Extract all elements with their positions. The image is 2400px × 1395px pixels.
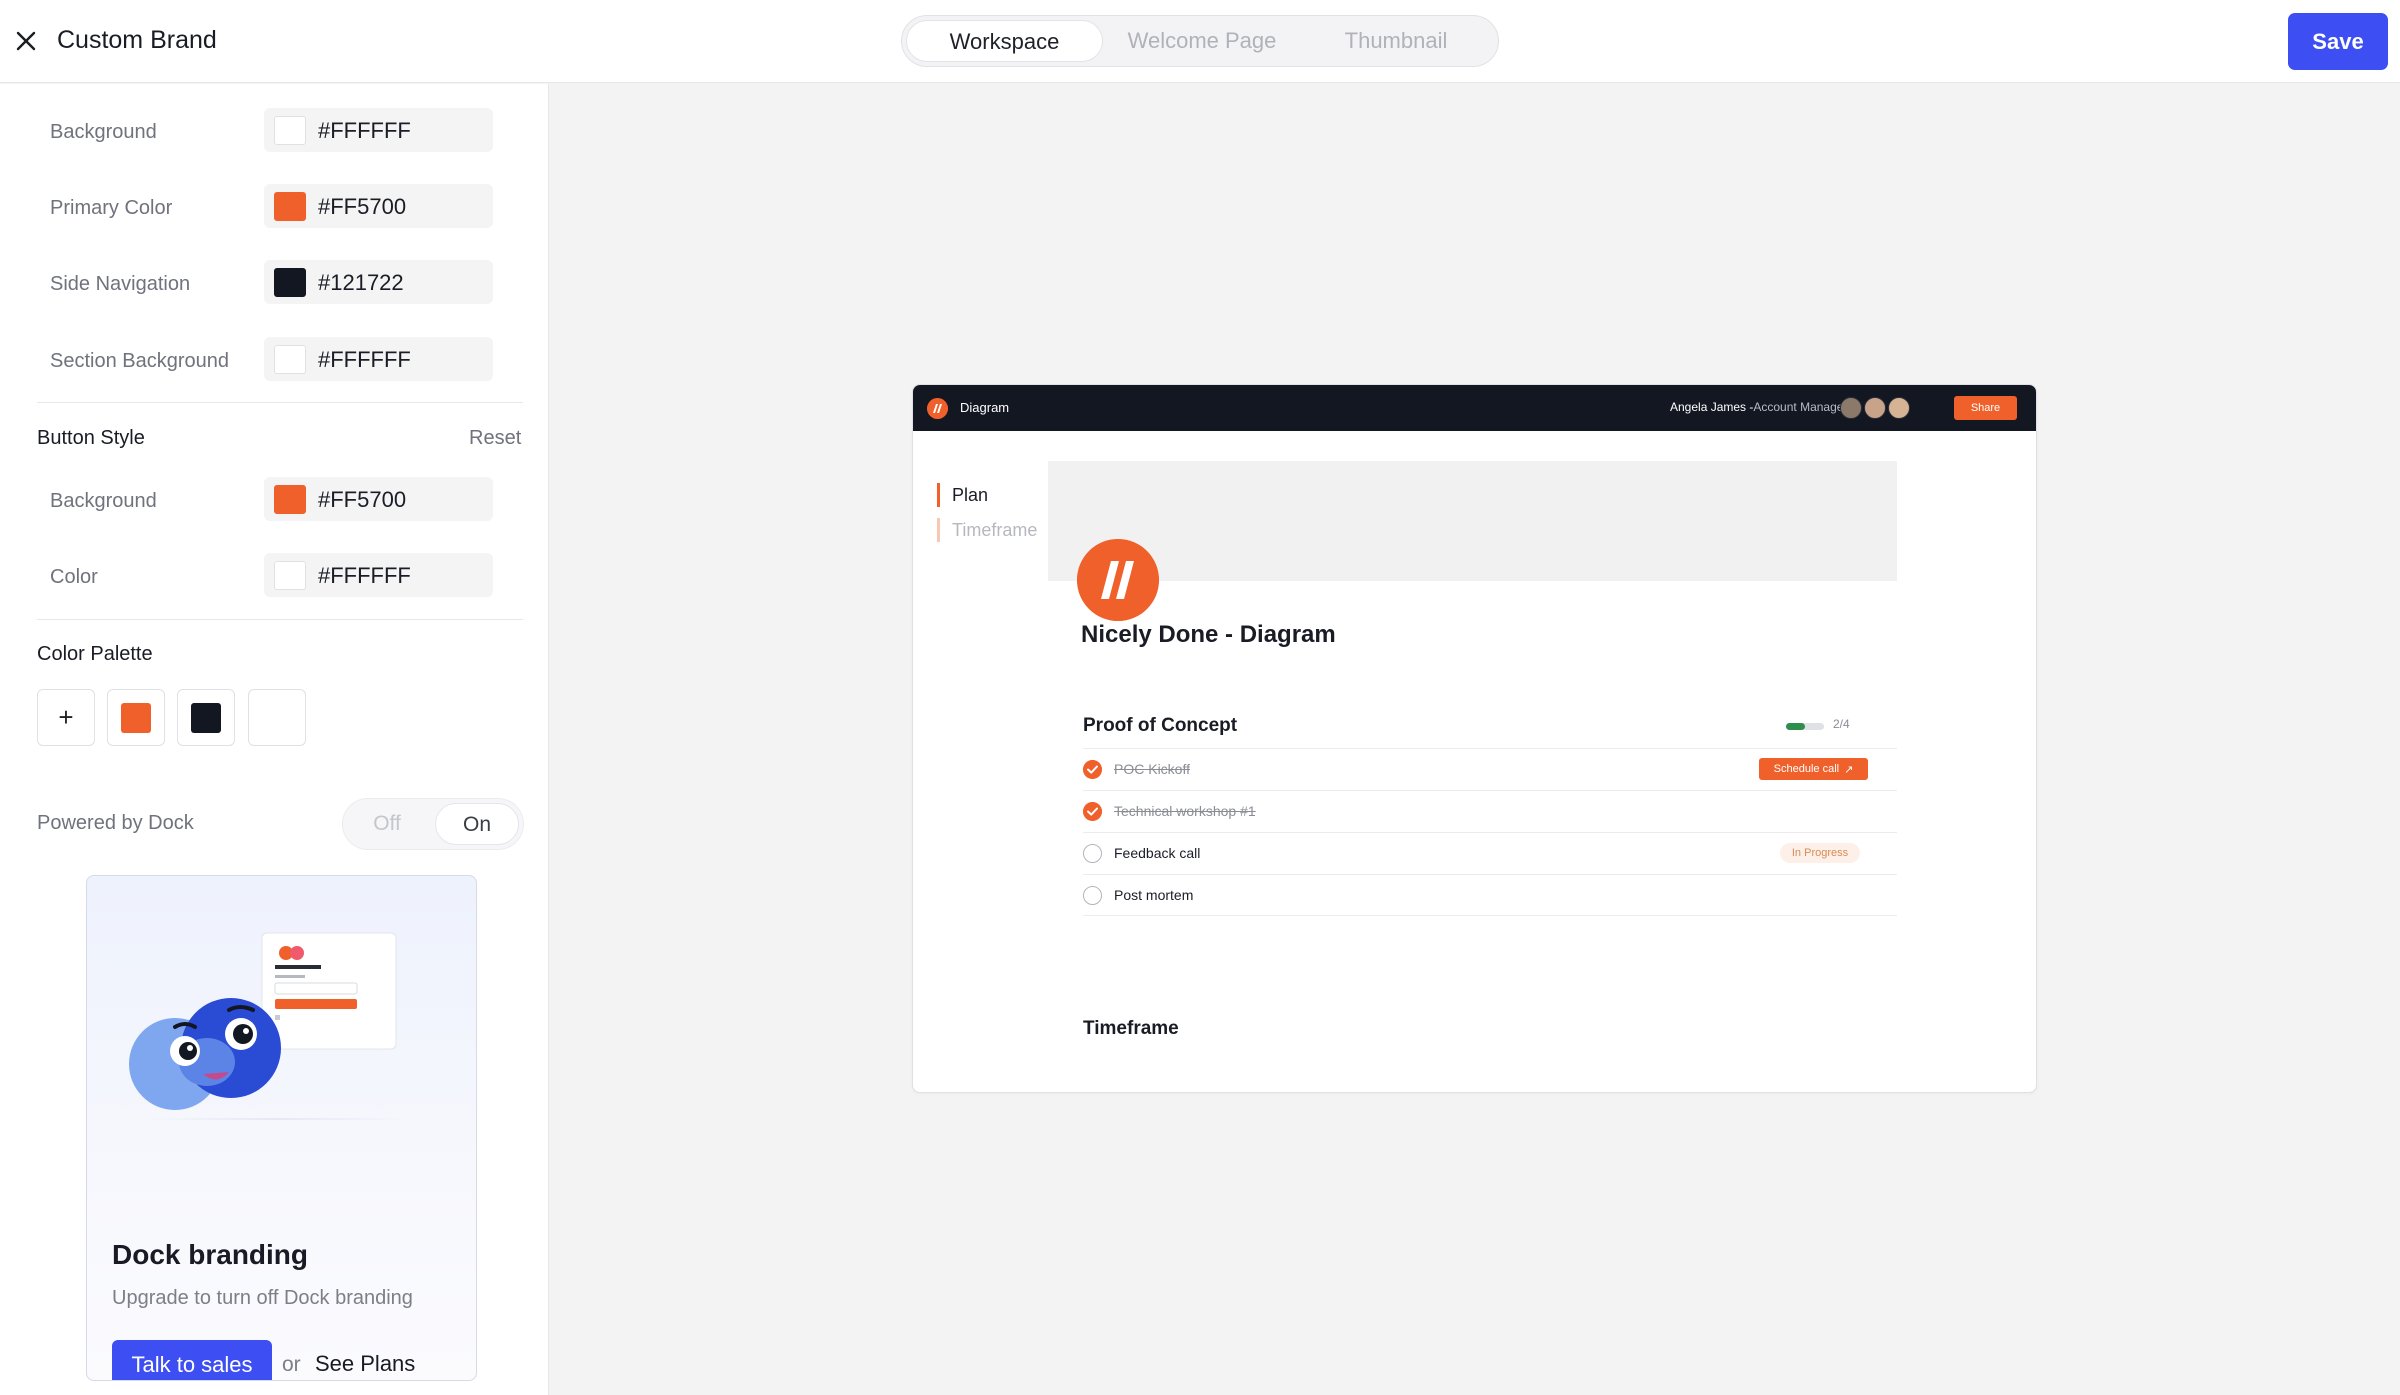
preview-nav-plan[interactable]: Plan bbox=[937, 483, 988, 507]
section-background-label: Section Background bbox=[50, 350, 230, 372]
close-button[interactable] bbox=[12, 24, 40, 58]
talk-to-sales-button[interactable]: Talk to sales bbox=[112, 1340, 272, 1380]
hex-value[interactable]: #121722 bbox=[318, 270, 404, 296]
color-swatch[interactable] bbox=[274, 268, 306, 297]
preview-header-title: Diagram bbox=[960, 400, 1010, 415]
hex-value[interactable]: #FFFFFF bbox=[318, 563, 411, 589]
button-style-title: Button Style bbox=[37, 427, 145, 449]
hex-value[interactable]: #FFFFFF bbox=[318, 347, 411, 373]
button-background-color-input[interactable]: #FF5700 bbox=[264, 477, 493, 521]
page-title: Custom Brand bbox=[57, 26, 217, 54]
swatch-color bbox=[121, 703, 151, 733]
task-row[interactable]: Feedback call In Progress bbox=[1083, 832, 1897, 874]
button-text-color-input[interactable]: #FFFFFF bbox=[264, 553, 493, 597]
dock-mascot-illustration bbox=[129, 932, 397, 1110]
tab-welcome-page[interactable]: Welcome Page bbox=[1107, 20, 1297, 62]
share-button[interactable]: Share bbox=[1954, 396, 2017, 420]
primary-color-label: Primary Color bbox=[50, 197, 173, 219]
hex-value[interactable]: #FFFFFF bbox=[318, 118, 411, 144]
plus-icon: + bbox=[58, 702, 74, 732]
color-swatch[interactable] bbox=[274, 561, 306, 590]
avatar bbox=[1888, 397, 1910, 419]
brand-logo-icon bbox=[927, 398, 948, 419]
task-label: Technical workshop #1 bbox=[1114, 803, 1256, 819]
primary-color-input[interactable]: #FF5700 bbox=[264, 184, 493, 228]
button-background-label: Background bbox=[50, 490, 157, 512]
palette-swatch-white[interactable] bbox=[248, 689, 306, 746]
progress-bar bbox=[1786, 723, 1824, 730]
divider bbox=[37, 619, 523, 620]
toggle-on-option[interactable]: On bbox=[435, 803, 519, 845]
section-title: Proof of Concept bbox=[1083, 715, 1238, 736]
progress-fill bbox=[1786, 723, 1805, 730]
background-color-input[interactable]: #FFFFFF bbox=[264, 108, 493, 152]
tab-workspace[interactable]: Workspace bbox=[906, 20, 1103, 62]
task-label: Feedback call bbox=[1114, 845, 1201, 861]
swatch-color bbox=[191, 703, 221, 733]
avatar bbox=[1840, 397, 1862, 419]
schedule-call-label: Schedule call bbox=[1773, 763, 1840, 775]
external-link-icon: ↗ bbox=[1844, 763, 1854, 776]
account-manager-name: Angela James - bbox=[1670, 400, 1754, 414]
hex-value[interactable]: #FF5700 bbox=[318, 194, 406, 220]
add-color-button[interactable]: + bbox=[37, 689, 95, 746]
check-done-icon[interactable] bbox=[1083, 760, 1102, 779]
color-swatch[interactable] bbox=[274, 485, 306, 514]
settings-panel: Background #FFFFFF Primary Color #FF5700… bbox=[0, 84, 549, 1395]
section-background-color-input[interactable]: #FFFFFF bbox=[264, 337, 493, 381]
schedule-call-button[interactable]: Schedule call ↗ bbox=[1759, 758, 1868, 780]
upgrade-promo-card: Dock branding Upgrade to turn off Dock b… bbox=[86, 875, 477, 1381]
or-text: or bbox=[282, 1353, 301, 1376]
see-plans-link[interactable]: See Plans bbox=[315, 1351, 415, 1377]
workspace-title: Nicely Done - Diagram bbox=[1081, 621, 1336, 648]
preview-header: Diagram Angela James -Account Manager Sh… bbox=[913, 385, 2036, 431]
avatar bbox=[1864, 397, 1886, 419]
progress-count: 2/4 bbox=[1833, 717, 1850, 731]
side-navigation-label: Side Navigation bbox=[50, 273, 191, 295]
powered-by-toggle[interactable]: Off On bbox=[342, 798, 524, 850]
cover-banner bbox=[1048, 461, 1897, 581]
account-manager: Angela James -Account Manager bbox=[1670, 400, 1847, 414]
promo-divider bbox=[147, 1118, 407, 1120]
check-empty-icon[interactable] bbox=[1083, 844, 1102, 863]
close-icon bbox=[16, 31, 36, 51]
color-palette-title: Color Palette bbox=[37, 643, 153, 665]
hex-value[interactable]: #FF5700 bbox=[318, 487, 406, 513]
preview-nav-timeframe[interactable]: Timeframe bbox=[937, 518, 1037, 542]
status-badge: In Progress bbox=[1780, 843, 1860, 863]
background-label: Background bbox=[50, 121, 157, 143]
account-manager-role: Account Manager bbox=[1753, 400, 1848, 414]
task-row[interactable]: Technical workshop #1 bbox=[1083, 790, 1897, 832]
tab-thumbnail[interactable]: Thumbnail bbox=[1301, 20, 1491, 62]
workspace-logo-icon bbox=[1077, 539, 1159, 621]
check-empty-icon[interactable] bbox=[1083, 886, 1102, 905]
save-button[interactable]: Save bbox=[2288, 13, 2388, 70]
workspace-preview: Diagram Angela James -Account Manager Sh… bbox=[912, 384, 2037, 1093]
color-swatch[interactable] bbox=[274, 345, 306, 374]
color-swatch[interactable] bbox=[274, 192, 306, 221]
button-color-label: Color bbox=[50, 566, 98, 588]
top-bar: Custom Brand Workspace Welcome Page Thum… bbox=[0, 0, 2400, 83]
task-row[interactable]: Post mortem bbox=[1083, 874, 1897, 916]
task-label: POC Kickoff bbox=[1114, 761, 1190, 777]
palette-swatch-dark[interactable] bbox=[177, 689, 235, 746]
check-done-icon[interactable] bbox=[1083, 802, 1102, 821]
color-swatch[interactable] bbox=[274, 116, 306, 145]
timeframe-title: Timeframe bbox=[1083, 1018, 1179, 1039]
side-navigation-color-input[interactable]: #121722 bbox=[264, 260, 493, 304]
palette-swatch-orange[interactable] bbox=[107, 689, 165, 746]
powered-by-label: Powered by Dock bbox=[37, 812, 194, 834]
divider bbox=[37, 402, 523, 403]
task-label: Post mortem bbox=[1114, 887, 1194, 903]
toggle-off-option[interactable]: Off bbox=[347, 803, 427, 845]
reset-button[interactable]: Reset bbox=[469, 427, 521, 450]
promo-title: Dock branding bbox=[112, 1239, 309, 1270]
promo-subtitle: Upgrade to turn off Dock branding bbox=[112, 1287, 413, 1309]
view-tabs: Workspace Welcome Page Thumbnail bbox=[901, 15, 1499, 67]
task-row[interactable]: POC Kickoff Schedule call ↗ bbox=[1083, 748, 1897, 790]
